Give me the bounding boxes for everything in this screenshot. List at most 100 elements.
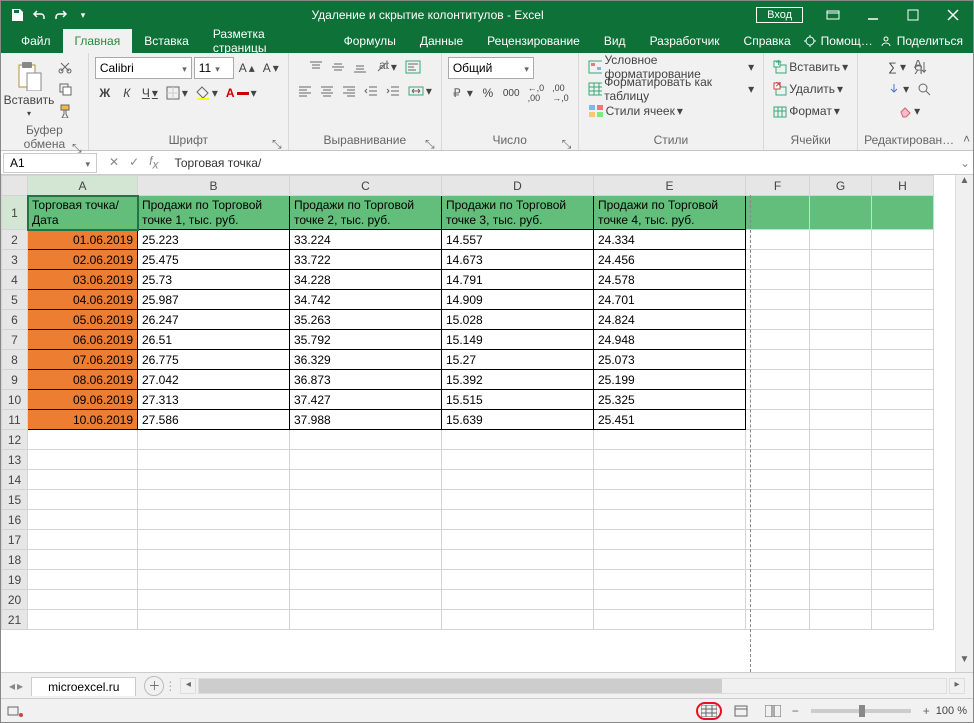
cell[interactable]: 05.06.2019 [28, 310, 138, 330]
cell[interactable] [746, 350, 810, 370]
cell[interactable]: 24.948 [594, 330, 746, 350]
align-right-icon[interactable] [339, 81, 359, 101]
row-header[interactable]: 8 [2, 350, 28, 370]
ribbon-tab-рецензирование[interactable]: Рецензирование [475, 29, 592, 53]
decrease-indent-icon[interactable] [361, 81, 381, 101]
formula-input[interactable]: Торговая точка/ [168, 156, 957, 170]
row-header[interactable]: 4 [2, 270, 28, 290]
cell[interactable] [138, 530, 290, 550]
align-left-icon[interactable] [295, 81, 315, 101]
cell[interactable]: 15.149 [442, 330, 594, 350]
cell[interactable] [746, 470, 810, 490]
cell[interactable] [290, 550, 442, 570]
row-header[interactable]: 16 [2, 510, 28, 530]
enter-formula-icon[interactable]: ✓ [129, 155, 139, 169]
comma-icon[interactable]: 000 [500, 83, 523, 103]
cell[interactable] [442, 490, 594, 510]
cell[interactable]: 24.334 [594, 230, 746, 250]
cell[interactable] [810, 550, 872, 570]
cell[interactable] [872, 430, 934, 450]
find-icon[interactable] [914, 79, 934, 99]
cell[interactable] [746, 390, 810, 410]
cell[interactable]: 35.792 [290, 330, 442, 350]
macro-record-icon[interactable] [7, 704, 23, 718]
page-break-view-icon[interactable] [760, 702, 786, 720]
cell[interactable] [746, 550, 810, 570]
cell[interactable] [746, 590, 810, 610]
cell[interactable] [872, 290, 934, 310]
cell[interactable] [872, 330, 934, 350]
horizontal-scrollbar[interactable]: ◂ ▸ [180, 678, 965, 694]
cell[interactable]: 03.06.2019 [28, 270, 138, 290]
qat-customize-icon[interactable]: ▾ [75, 7, 91, 23]
paste-button[interactable]: Вставить▾ [7, 57, 51, 121]
shrink-font-icon[interactable]: A▾ [260, 58, 282, 78]
bold-button[interactable]: Ж [95, 83, 115, 103]
cell[interactable] [872, 410, 934, 430]
increase-indent-icon[interactable] [383, 81, 403, 101]
cell[interactable] [810, 430, 872, 450]
cell[interactable]: 15.515 [442, 390, 594, 410]
cell[interactable]: 01.06.2019 [28, 230, 138, 250]
row-header[interactable]: 1 [2, 196, 28, 230]
cell[interactable] [594, 490, 746, 510]
cell-styles-button[interactable]: Стили ячеек ▾ [585, 101, 758, 121]
col-header[interactable]: D [442, 176, 594, 196]
cell[interactable]: Продажи по Торговой точке 1, тыс. руб. [138, 196, 290, 230]
cell[interactable] [290, 570, 442, 590]
cell[interactable]: 24.578 [594, 270, 746, 290]
font-name-dropdown[interactable]: Calibri [95, 57, 192, 79]
col-header[interactable]: C [290, 176, 442, 196]
format-painter-icon[interactable] [55, 101, 75, 121]
row-header[interactable]: 19 [2, 570, 28, 590]
cell[interactable] [594, 590, 746, 610]
font-color-icon[interactable]: A▾ [223, 83, 260, 103]
cell[interactable] [138, 430, 290, 450]
cell[interactable] [872, 550, 934, 570]
cell[interactable]: 34.228 [290, 270, 442, 290]
cell[interactable] [872, 390, 934, 410]
align-center-icon[interactable] [317, 81, 337, 101]
cell[interactable] [872, 370, 934, 390]
cell[interactable] [746, 270, 810, 290]
cell[interactable]: 14.557 [442, 230, 594, 250]
zoom-level[interactable]: 100 % [936, 705, 967, 717]
cell[interactable] [872, 610, 934, 630]
merge-icon[interactable]: ▾ [405, 81, 435, 101]
cell[interactable]: 04.06.2019 [28, 290, 138, 310]
undo-icon[interactable] [31, 7, 47, 23]
cell[interactable] [138, 450, 290, 470]
cell[interactable] [746, 250, 810, 270]
row-header[interactable]: 14 [2, 470, 28, 490]
cell[interactable] [28, 550, 138, 570]
clear-icon[interactable]: ▾ [895, 101, 923, 121]
sheet-nav-next-icon[interactable]: ▸ [17, 679, 23, 693]
cell[interactable]: 34.742 [290, 290, 442, 310]
number-format-dropdown[interactable]: Общий [448, 57, 534, 79]
cell[interactable] [28, 530, 138, 550]
cell[interactable]: 06.06.2019 [28, 330, 138, 350]
cell[interactable]: 25.223 [138, 230, 290, 250]
cell[interactable] [746, 530, 810, 550]
row-header[interactable]: 18 [2, 550, 28, 570]
normal-view-icon[interactable] [696, 702, 722, 720]
cell[interactable] [290, 470, 442, 490]
cell[interactable] [290, 610, 442, 630]
cell[interactable] [290, 590, 442, 610]
align-bottom-icon[interactable] [350, 57, 370, 77]
row-header[interactable]: 11 [2, 410, 28, 430]
cell[interactable] [138, 570, 290, 590]
cell[interactable] [872, 196, 934, 230]
collapse-ribbon-icon[interactable]: ˄ [960, 53, 973, 150]
cell[interactable] [872, 450, 934, 470]
cell[interactable]: 26.247 [138, 310, 290, 330]
col-header[interactable]: B [138, 176, 290, 196]
wrap-text-icon[interactable] [402, 57, 424, 77]
cell[interactable] [290, 450, 442, 470]
percent-icon[interactable]: % [478, 83, 498, 103]
cell[interactable] [290, 430, 442, 450]
cell[interactable]: Продажи по Торговой точке 2, тыс. руб. [290, 196, 442, 230]
row-header[interactable]: 10 [2, 390, 28, 410]
cell[interactable]: 25.451 [594, 410, 746, 430]
col-header[interactable]: G [810, 176, 872, 196]
